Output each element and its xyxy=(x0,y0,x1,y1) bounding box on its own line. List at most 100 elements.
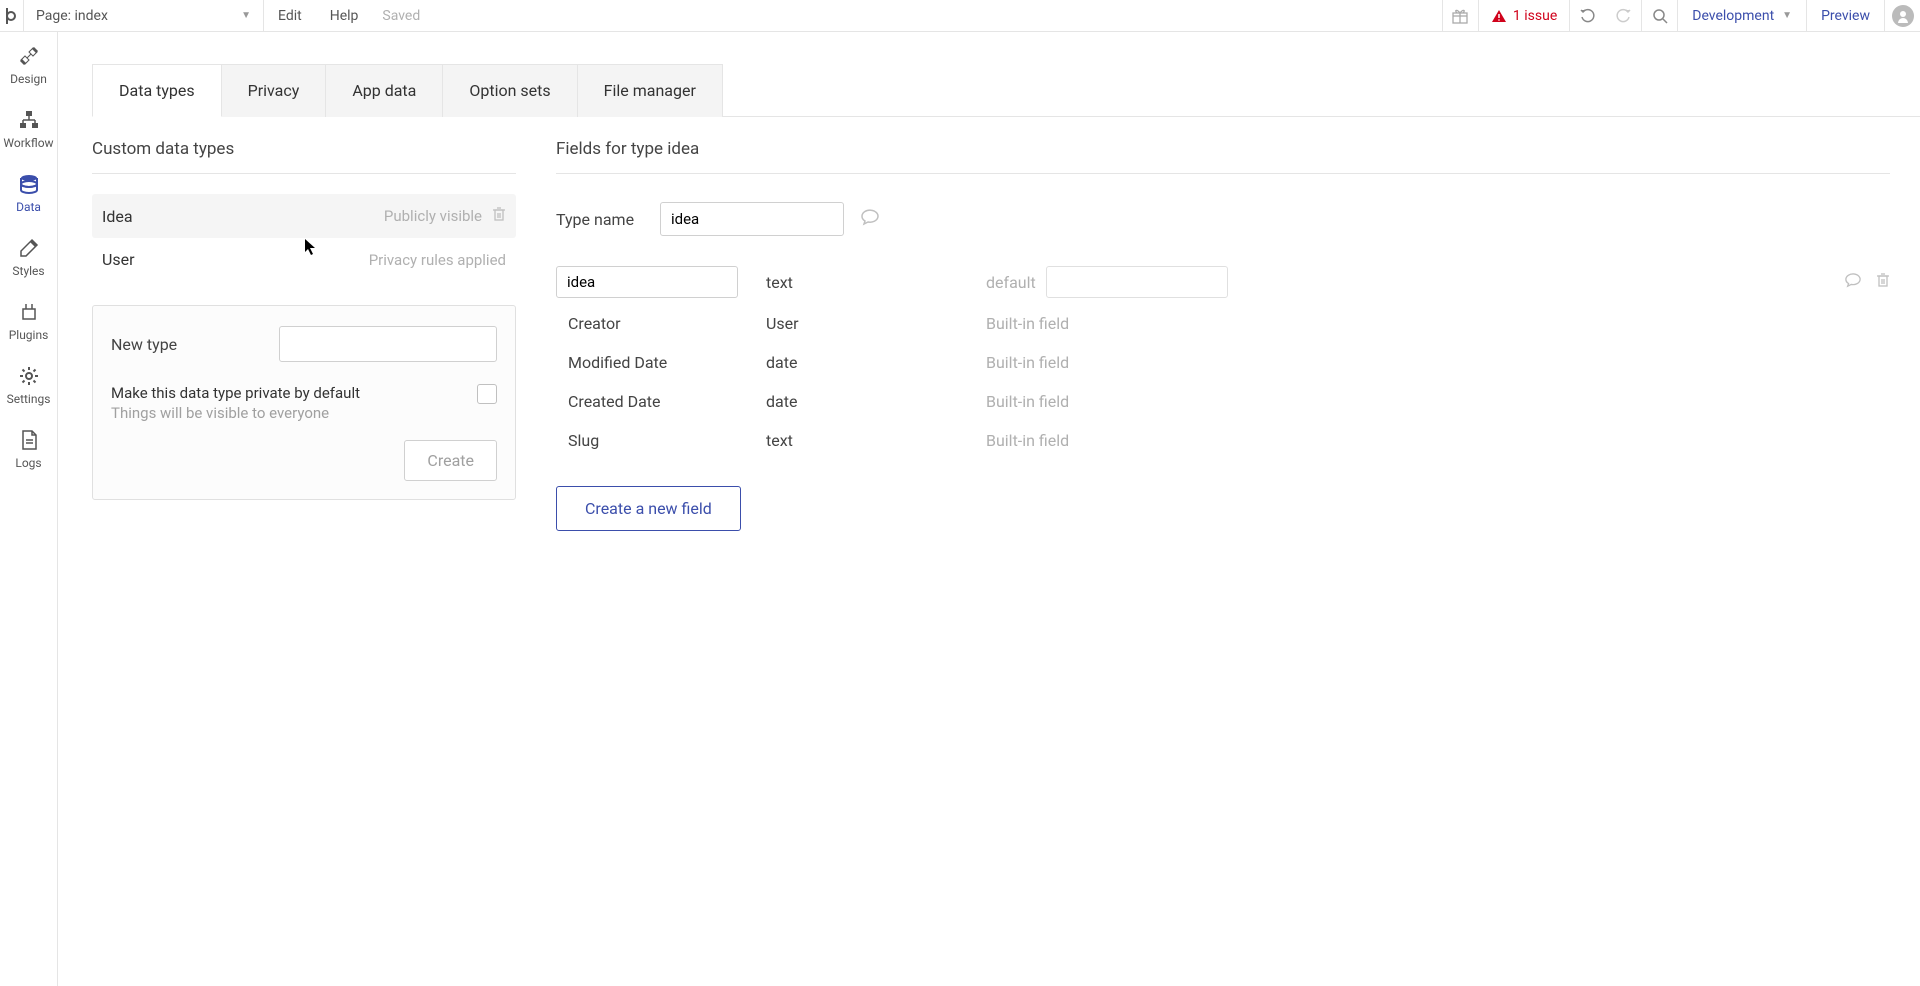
sidebar-item-plugins[interactable]: Plugins xyxy=(0,288,57,352)
environment-label: Development xyxy=(1692,8,1774,24)
field-name: Creator xyxy=(556,314,766,333)
custom-types-title: Custom data types xyxy=(92,139,516,174)
sidebar-item-data[interactable]: Data xyxy=(0,160,57,224)
typename-label: Type name xyxy=(556,210,660,229)
type-name: Idea xyxy=(102,207,133,226)
avatar-icon xyxy=(1892,5,1914,27)
preview-button[interactable]: Preview xyxy=(1806,0,1884,31)
topbar-right: 1 issue Development ▼ Preview xyxy=(1442,0,1920,31)
field-name: Slug xyxy=(556,431,766,450)
comment-icon[interactable] xyxy=(1844,272,1862,292)
new-type-label: New type xyxy=(111,335,177,354)
page-selector[interactable]: Page: index ▼ xyxy=(24,0,264,31)
chevron-down-icon: ▼ xyxy=(241,10,251,21)
workflow-icon xyxy=(17,106,41,134)
tab-option-sets[interactable]: Option sets xyxy=(442,64,577,117)
sidebar-label: Styles xyxy=(12,264,44,278)
new-type-box: New type Make this data type private by … xyxy=(92,305,516,500)
environment-selector[interactable]: Development ▼ xyxy=(1677,0,1806,31)
private-row: Make this data type private by default T… xyxy=(111,384,497,422)
field-row-slug: Slug text Built-in field xyxy=(556,421,1890,460)
sidebar-label: Logs xyxy=(15,456,41,470)
fields-list: text default xyxy=(556,260,1890,460)
gift-icon[interactable] xyxy=(1442,0,1478,31)
create-type-button[interactable]: Create xyxy=(404,440,497,481)
issues-button[interactable]: 1 issue xyxy=(1478,0,1569,31)
field-type: text xyxy=(766,431,986,450)
type-name: User xyxy=(102,250,135,269)
field-name-input[interactable] xyxy=(556,266,738,298)
builtin-note: Built-in field xyxy=(986,314,1069,333)
sidebar-label: Workflow xyxy=(3,136,53,150)
sidebar-label: Plugins xyxy=(9,328,49,342)
create-field-button[interactable]: Create a new field xyxy=(556,486,741,531)
builtin-note: Built-in field xyxy=(986,431,1069,450)
main-layout: Design Workflow Data Styles Plugins xyxy=(0,32,1920,986)
chevron-down-icon: ▼ xyxy=(1782,10,1792,21)
private-label: Make this data type private by default xyxy=(111,384,465,402)
create-btn-row: Create xyxy=(111,440,497,481)
field-row-creator: Creator User Built-in field xyxy=(556,304,1890,343)
topbar: Page: index ▼ Edit Help Saved 1 issue De… xyxy=(0,0,1920,32)
content: Data types Privacy App data Option sets … xyxy=(58,32,1920,986)
search-icon[interactable] xyxy=(1641,0,1677,31)
plugins-icon xyxy=(18,298,40,326)
sidebar-item-design[interactable]: Design xyxy=(0,32,57,96)
saved-status: Saved xyxy=(372,8,430,24)
type-list: Idea Publicly visible User Privacy rules… xyxy=(92,194,516,281)
private-checkbox[interactable] xyxy=(477,384,497,404)
tab-privacy[interactable]: Privacy xyxy=(221,64,327,117)
comment-icon[interactable] xyxy=(860,208,880,230)
field-name: Modified Date xyxy=(556,353,766,372)
field-type: date xyxy=(766,392,986,411)
new-type-row: New type xyxy=(111,326,497,362)
sidebar-label: Settings xyxy=(7,392,51,406)
redo-icon[interactable] xyxy=(1605,0,1641,31)
trash-icon[interactable] xyxy=(492,206,506,226)
builtin-note: Built-in field xyxy=(986,353,1069,372)
logo-icon[interactable] xyxy=(0,0,24,32)
field-name: Created Date xyxy=(556,392,766,411)
type-row-user[interactable]: User Privacy rules applied xyxy=(92,238,516,281)
tab-file-manager[interactable]: File manager xyxy=(577,64,723,117)
new-type-input[interactable] xyxy=(279,326,497,362)
user-avatar[interactable] xyxy=(1884,0,1920,31)
typename-input[interactable] xyxy=(660,202,844,236)
gear-icon xyxy=(18,362,40,390)
issues-text: 1 issue xyxy=(1513,8,1557,24)
builtin-note: Built-in field xyxy=(986,392,1069,411)
design-icon xyxy=(17,42,41,70)
sidebar-item-workflow[interactable]: Workflow xyxy=(0,96,57,160)
sidebar-item-styles[interactable]: Styles xyxy=(0,224,57,288)
sidebar-item-logs[interactable]: Logs xyxy=(0,416,57,480)
type-status: Privacy rules applied xyxy=(369,251,506,269)
type-status: Publicly visible xyxy=(384,207,482,225)
field-type: User xyxy=(766,314,986,333)
sidebar-item-settings[interactable]: Settings xyxy=(0,352,57,416)
fields-column: Fields for type idea Type name text defa… xyxy=(536,117,1920,531)
field-row-icons xyxy=(1844,272,1890,292)
default-label: default xyxy=(986,273,1046,292)
tab-data-types[interactable]: Data types xyxy=(92,64,222,117)
sidebar-label: Data xyxy=(16,200,41,214)
menu-edit[interactable]: Edit xyxy=(264,0,316,31)
typename-row: Type name xyxy=(556,202,1890,236)
field-type: date xyxy=(766,353,986,372)
undo-icon[interactable] xyxy=(1569,0,1605,31)
field-row-modified-date: Modified Date date Built-in field xyxy=(556,343,1890,382)
sidebar-label: Design xyxy=(10,72,47,86)
trash-icon[interactable] xyxy=(1876,272,1890,292)
type-row-idea[interactable]: Idea Publicly visible xyxy=(92,194,516,238)
tabs: Data types Privacy App data Option sets … xyxy=(92,64,1920,117)
fields-title: Fields for type idea xyxy=(556,139,1890,174)
styles-icon xyxy=(18,234,40,262)
field-row-custom: text default xyxy=(556,260,1890,304)
field-default-input[interactable] xyxy=(1046,266,1228,298)
tab-panel: Custom data types Idea Publicly visible … xyxy=(92,116,1920,531)
sidebar: Design Workflow Data Styles Plugins xyxy=(0,32,58,986)
page-label: Page: index xyxy=(36,8,108,24)
menu-help[interactable]: Help xyxy=(316,0,373,31)
field-row-created-date: Created Date date Built-in field xyxy=(556,382,1890,421)
tab-app-data[interactable]: App data xyxy=(325,64,443,117)
field-type: text xyxy=(766,273,986,292)
